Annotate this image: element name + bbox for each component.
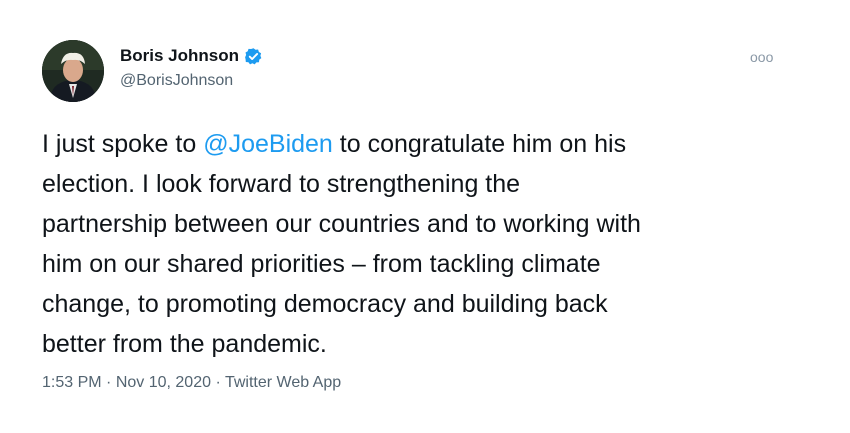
tweet-line: I just spoke to @JoeBiden to congratulat…: [42, 124, 802, 164]
meta-separator: ·: [211, 374, 225, 391]
avatar-image: [42, 40, 104, 102]
tweet-time[interactable]: 1:53 PM: [42, 374, 102, 391]
tweet-line: partnership between our countries and to…: [42, 210, 641, 238]
mention-link[interactable]: @JoeBiden: [203, 130, 333, 158]
tweet-line: election. I look forward to strengthenin…: [42, 170, 521, 198]
tweet-line: him on our shared priorities – from tack…: [42, 250, 601, 278]
author-handle[interactable]: @BorisJohnson: [120, 72, 233, 90]
tweet-text: I just spoke to @JoeBiden to congratulat…: [42, 124, 802, 364]
more-options-icon[interactable]: ooo: [750, 49, 773, 65]
author-display-name[interactable]: Boris Johnson: [120, 46, 239, 66]
meta-separator: ·: [101, 374, 116, 391]
avatar[interactable]: [42, 40, 104, 102]
tweet-line: better from the pandemic.: [42, 330, 327, 358]
tweet-text-segment: I just spoke to: [42, 130, 204, 158]
tweet-source[interactable]: Twitter Web App: [225, 374, 341, 391]
verified-badge-icon: [244, 47, 263, 66]
tweet-card: Boris Johnson @BorisJohnson ooo I just s…: [0, 0, 850, 433]
tweet-line: change, to promoting democracy and build…: [42, 290, 608, 318]
tweet-date[interactable]: Nov 10, 2020: [116, 374, 211, 391]
tweet-meta: 1:53 PM · Nov 10, 2020 · Twitter Web App: [42, 374, 341, 392]
tweet-text-segment: to congratulate him on his: [332, 130, 627, 158]
author-name-row: Boris Johnson: [120, 44, 263, 68]
